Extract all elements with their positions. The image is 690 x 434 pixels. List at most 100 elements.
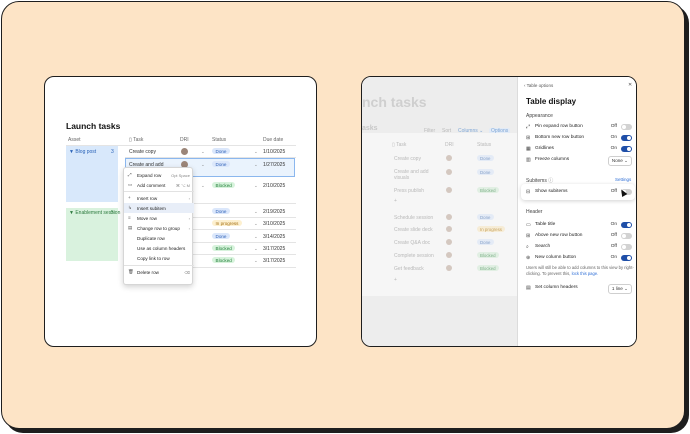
toggle-search[interactable] xyxy=(621,243,632,250)
menu-item-expand-row[interactable]: ⤢ Expand row Opt Space xyxy=(124,170,194,180)
chevron-down-icon[interactable]: ⌄ xyxy=(254,209,258,215)
status-badge[interactable]: Done xyxy=(212,148,230,155)
ghost-add-row: + xyxy=(394,198,397,204)
due-date-cell[interactable]: 3/17/2025 xyxy=(263,246,285,252)
toggle-pin-expand[interactable] xyxy=(621,123,632,130)
due-date-cell[interactable]: 1/27/2025 xyxy=(263,162,285,168)
menu-item-insert-subitem[interactable]: ↳ Insert subitem xyxy=(124,203,194,213)
col-header-dri[interactable]: DRI xyxy=(180,137,189,143)
ghost-status: Done xyxy=(477,155,494,161)
avatar xyxy=(446,214,452,220)
title-icon: ▭ xyxy=(526,221,531,228)
table-display-panel: ‹ Table options ✕ Table display Appearan… xyxy=(517,77,636,346)
ghost-status: Done xyxy=(477,239,494,245)
ghost-status: In progress xyxy=(477,226,505,232)
menu-item-use-as-column-headers[interactable]: Use as column headers xyxy=(124,243,194,253)
row-freeze-columns: ▥ Freeze columns None ⌄ xyxy=(526,155,632,166)
table-display-card: nch tasks asks Filter Sort Columns ⌄ Opt… xyxy=(361,76,637,347)
menu-item-insert-row[interactable]: + Insert row › xyxy=(124,193,194,203)
pin-icon: ⤢ xyxy=(526,123,531,130)
page-title: Launch tasks xyxy=(66,121,121,131)
chevron-down-icon[interactable]: ⌄ xyxy=(254,258,258,264)
new-column-note: Users will still be able to add columns … xyxy=(526,265,634,276)
ghost-task: Create Q&A doc xyxy=(394,240,431,246)
row-divider xyxy=(193,229,296,230)
section-appearance: Appearance xyxy=(526,113,553,119)
toggle-table-title[interactable] xyxy=(621,221,632,228)
ghost-task: Get feedback xyxy=(394,266,424,272)
status-badge[interactable]: Blocked xyxy=(212,257,236,264)
due-date-cell[interactable]: 2/19/2025 xyxy=(263,209,285,215)
task-cell[interactable]: Create copy xyxy=(129,149,156,155)
group-blog-post[interactable]: ▼ Blog post 3 xyxy=(66,146,118,202)
status-badge[interactable]: Done xyxy=(212,161,230,168)
ghost-status: Blocked xyxy=(477,252,499,258)
chevron-down-icon[interactable]: ⌄ xyxy=(201,149,205,155)
avatar xyxy=(446,155,452,161)
avatar xyxy=(446,187,452,193)
menu-divider xyxy=(124,191,194,192)
row-set-column-headers: ▤ Set column headers 1 line ⌄ xyxy=(526,283,632,294)
toggle-bottom-new-row[interactable] xyxy=(621,134,632,141)
row-search: ⌕ Search Off xyxy=(526,242,632,252)
chevron-down-icon[interactable]: ⌄ xyxy=(254,183,258,189)
subitem-icon: ↳ xyxy=(128,205,132,210)
status-badge[interactable]: In progress xyxy=(212,220,242,227)
row-bottom-new-row: ⊞ Bottom new row button On xyxy=(526,133,632,143)
col-header-asset[interactable]: Asset xyxy=(68,137,81,143)
chevron-down-icon[interactable]: ⌄ xyxy=(254,221,258,227)
column-icon: ⊕ xyxy=(526,254,531,261)
chevron-down-icon[interactable]: ⌄ xyxy=(254,149,258,155)
toggle-new-column[interactable] xyxy=(621,254,632,261)
ghost-task: Schedule session xyxy=(394,215,434,221)
row-divider xyxy=(193,242,296,243)
section-subitems: Subitems ⓘ xyxy=(526,178,554,184)
plus-icon: + xyxy=(128,195,131,200)
row-divider xyxy=(193,254,296,255)
chevron-down-icon[interactable]: ⌄ xyxy=(201,162,205,168)
chevron-down-icon[interactable]: ⌄ xyxy=(254,162,258,168)
menu-item-add-comment[interactable]: ▭ Add comment ⌘ ⌥ M xyxy=(124,180,194,190)
row-divider xyxy=(193,217,296,218)
menu-item-duplicate-row[interactable]: Duplicate row xyxy=(124,233,194,243)
row-icon: ⊞ xyxy=(526,232,531,239)
menu-divider xyxy=(124,265,194,266)
group-enablement-session[interactable]: ▼ Enablement session 5 xyxy=(66,208,120,261)
move-icon: ≡ xyxy=(128,215,131,220)
close-icon[interactable]: ✕ xyxy=(628,82,632,88)
status-badge[interactable]: Blocked xyxy=(212,245,236,252)
dimmed-page: nch tasks asks Filter Sort Columns ⌄ Opt… xyxy=(362,77,517,346)
due-date-cell[interactable]: 3/14/2025 xyxy=(263,234,285,240)
col-header-status[interactable]: Status xyxy=(212,137,226,143)
subitems-settings-link[interactable]: Settings xyxy=(615,177,631,182)
toggle-gridlines[interactable] xyxy=(621,145,632,152)
avatar xyxy=(446,265,452,271)
avatar xyxy=(446,239,452,245)
status-badge[interactable]: Done xyxy=(212,208,230,215)
ghost-task: Complete session xyxy=(394,253,434,259)
avatar xyxy=(446,169,452,175)
avatar xyxy=(446,226,452,232)
lock-page-link[interactable]: lock this page. xyxy=(572,271,599,276)
due-date-cell[interactable]: 2/10/2025 xyxy=(263,183,285,189)
expand-icon: ⤢ xyxy=(128,172,132,177)
due-date-cell[interactable]: 3/17/2025 xyxy=(263,258,285,264)
col-header-due-date[interactable]: Due date xyxy=(263,137,283,143)
due-date-cell[interactable]: 3/10/2025 xyxy=(263,221,285,227)
status-badge[interactable]: Blocked xyxy=(212,182,236,189)
chevron-down-icon[interactable]: ⌄ xyxy=(201,183,205,189)
menu-item-copy-link[interactable]: Copy link to row xyxy=(124,253,194,263)
back-to-table-options[interactable]: ‹ Table options xyxy=(524,83,553,88)
menu-item-change-row-to-group[interactable]: ▤ Change row to group › xyxy=(124,223,194,233)
toggle-above-new-row[interactable] xyxy=(621,232,632,239)
chevron-down-icon[interactable]: ⌄ xyxy=(254,246,258,252)
menu-item-move-row[interactable]: ≡ Move row › xyxy=(124,213,194,223)
chevron-down-icon[interactable]: ⌄ xyxy=(254,234,258,240)
freeze-columns-dropdown[interactable]: None ⌄ xyxy=(607,155,632,166)
group-count: 3 xyxy=(111,149,114,155)
col-header-task[interactable]: ▯ Task xyxy=(129,137,143,143)
due-date-cell[interactable]: 1/10/2025 xyxy=(263,149,285,155)
column-headers-dropdown[interactable]: 1 line ⌄ xyxy=(607,283,632,294)
status-badge[interactable]: Done xyxy=(212,233,230,240)
menu-item-delete-row[interactable]: 🗑 Delete row ⌫ xyxy=(124,267,194,277)
